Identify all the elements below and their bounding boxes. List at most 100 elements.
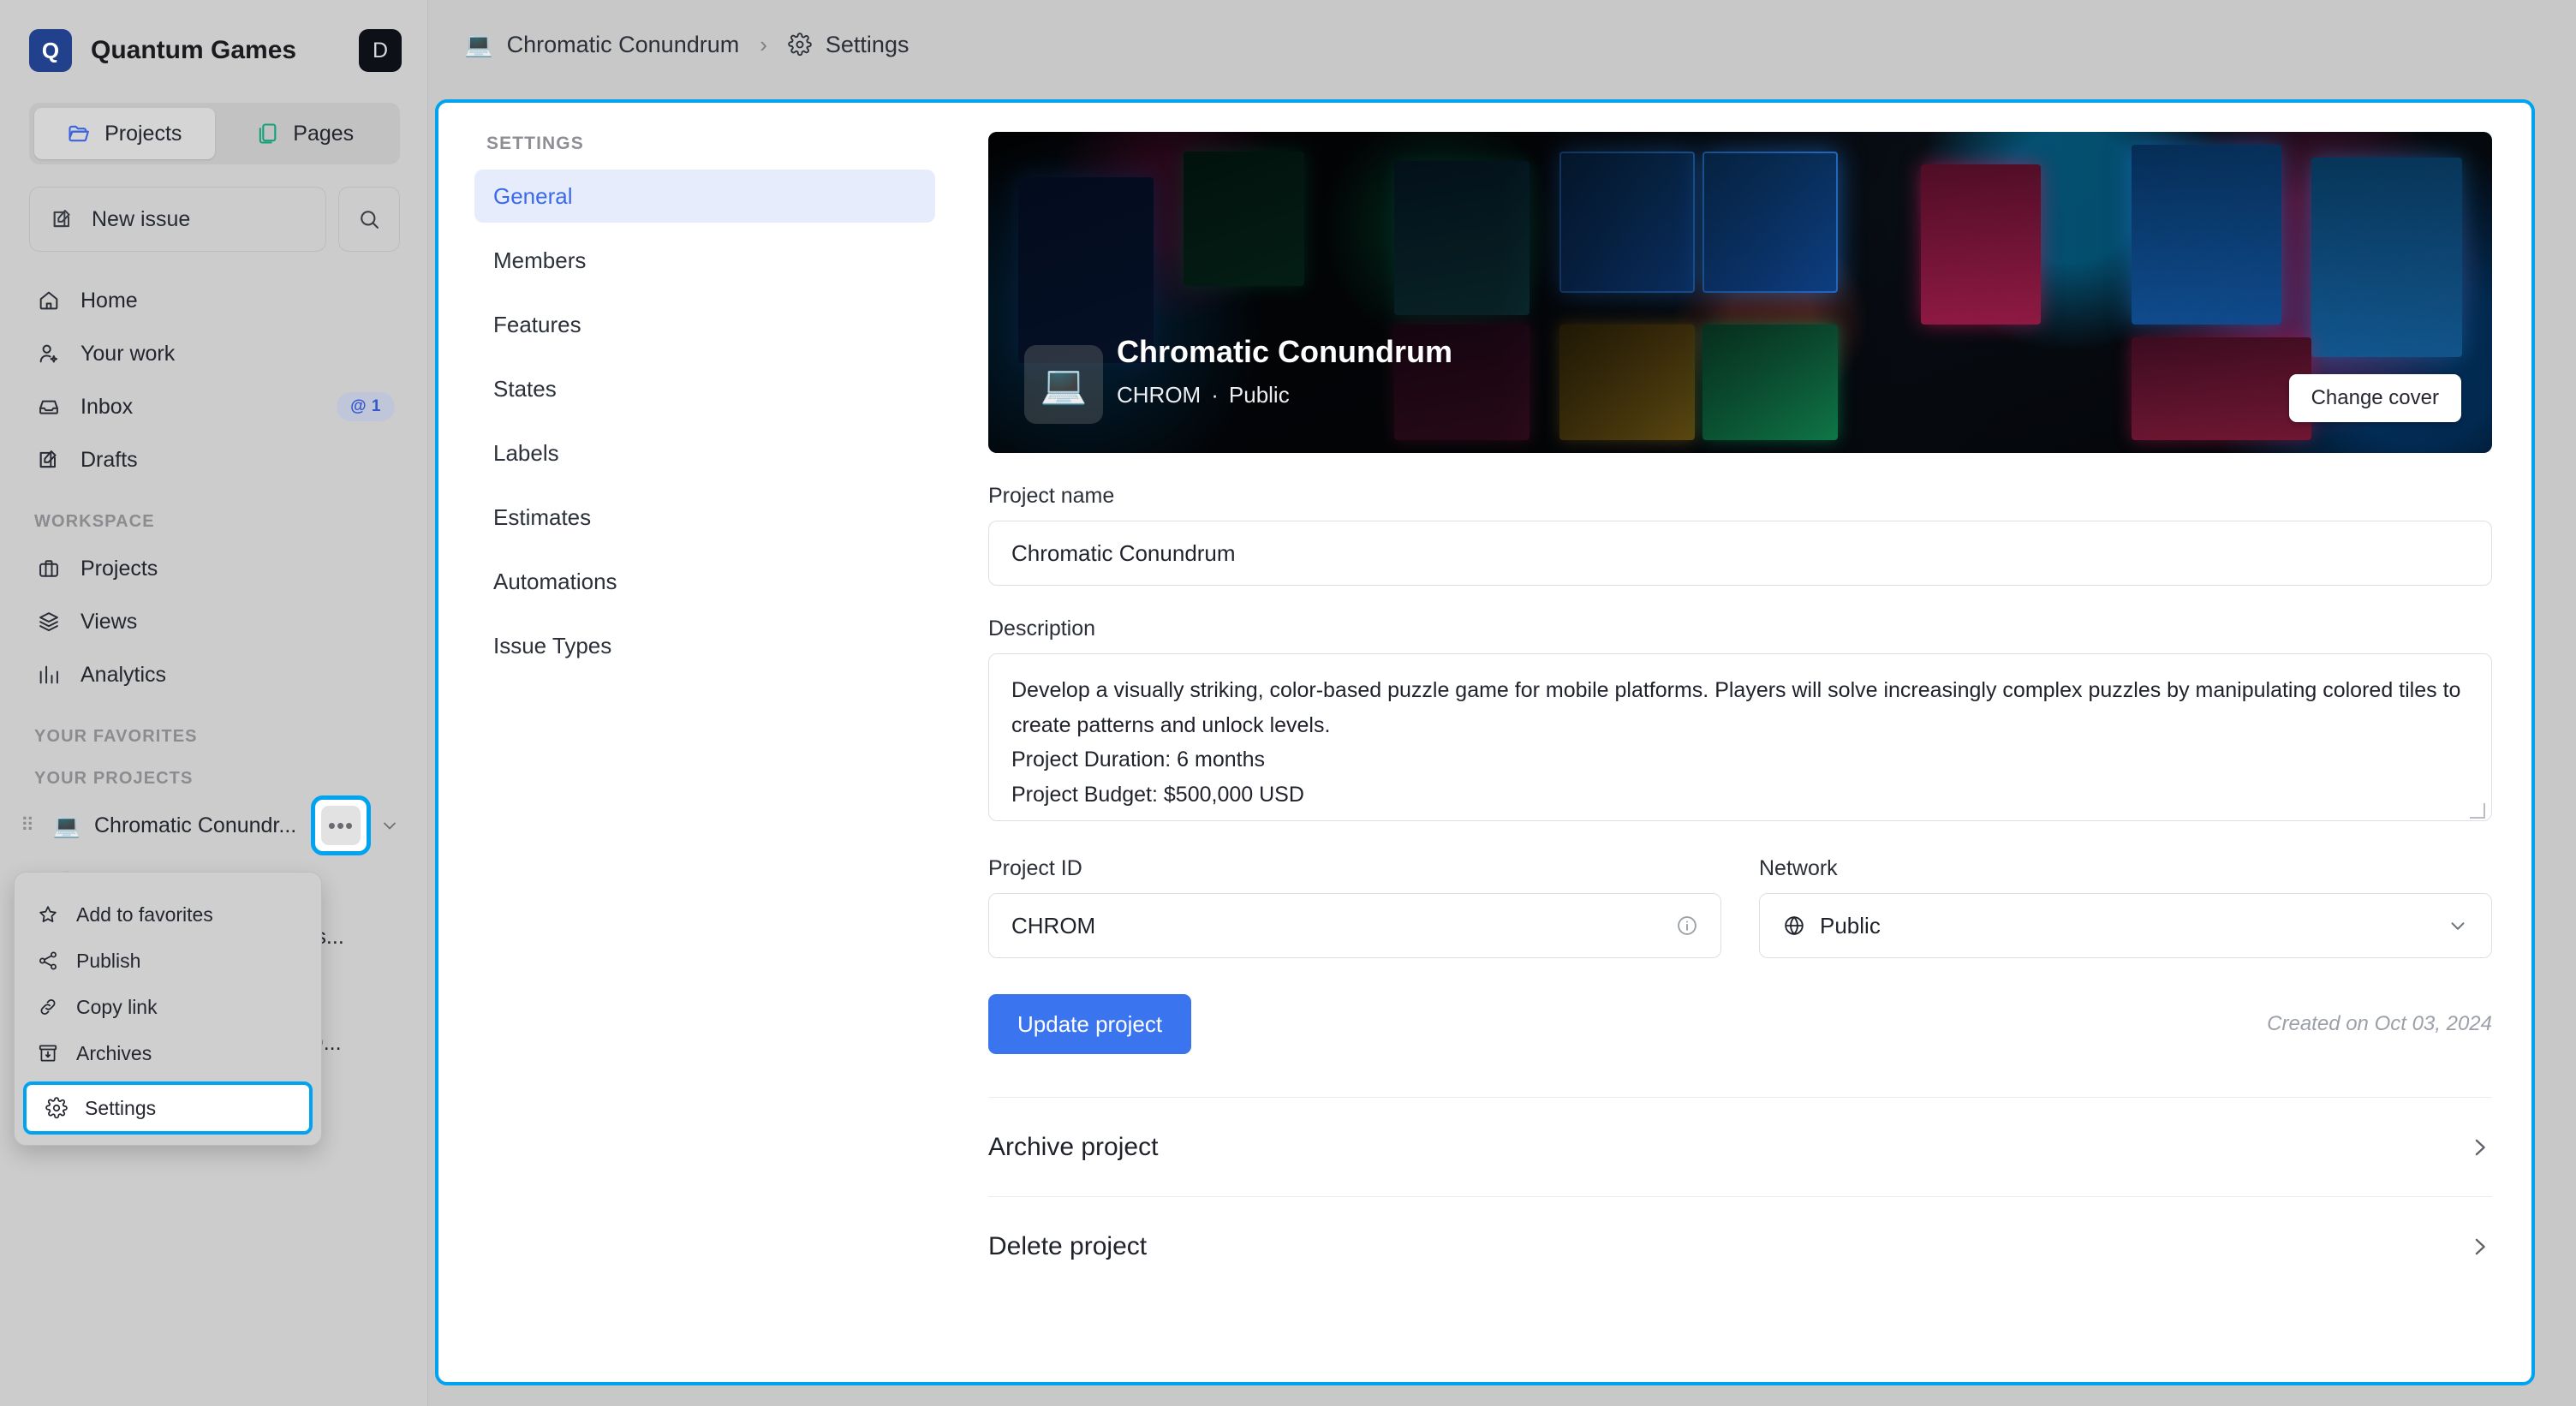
archive-icon — [37, 1042, 59, 1064]
settings-nav-label: Automations — [493, 568, 617, 594]
search-icon — [357, 207, 381, 231]
id-network-row: Project ID Network — [988, 856, 2492, 958]
settings-nav-item-issue-types[interactable]: Issue Types — [474, 619, 935, 672]
settings-nav-label: Issue Types — [493, 632, 612, 658]
settings-nav-label: Estimates — [493, 503, 592, 530]
sidebar-item-label: Inbox — [80, 394, 134, 419]
project-context-menu: Add to favorites Publish Copy link Archi… — [14, 872, 322, 1146]
danger-zone: Archive project Delete project — [988, 1097, 2492, 1296]
inbox-badge: @ 1 — [337, 392, 395, 421]
sidebar-item-analytics[interactable]: Analytics — [21, 648, 408, 701]
workspace-header: Q Quantum Games D — [0, 0, 427, 89]
sidebar-item-label: Home — [80, 288, 138, 313]
settings-nav-item-labels[interactable]: Labels — [474, 426, 935, 480]
layers-icon — [34, 610, 63, 634]
settings-nav-item-members[interactable]: Members — [474, 234, 935, 287]
avatar[interactable]: D — [359, 29, 402, 72]
context-menu-item-archives[interactable]: Archives — [15, 1030, 321, 1076]
quick-actions-row: New issue — [29, 187, 400, 252]
breadcrumb-separator: › — [760, 31, 767, 57]
context-menu-item-label: Archives — [76, 1041, 152, 1064]
project-options-button[interactable]: ••• — [321, 806, 361, 845]
cover-meta-separator: · — [1211, 382, 1219, 408]
sidebar-segmented-control: Projects Pages — [29, 103, 400, 164]
user-icon — [34, 342, 63, 366]
settings-nav-item-states[interactable]: States — [474, 362, 935, 415]
project-label: Chromatic Conundr... — [94, 813, 297, 837]
context-menu-item-label: Publish — [76, 949, 141, 972]
primary-nav: Home Your work Inbox @ 1 Drafts — [0, 274, 427, 486]
settings-nav-label: Labels — [493, 439, 559, 466]
search-button[interactable] — [338, 187, 400, 252]
project-id-field: Project ID — [988, 856, 1721, 958]
settings-nav-heading: SETTINGS — [486, 134, 584, 153]
sidebar-item-views[interactable]: Views — [21, 595, 408, 648]
chevron-down-icon[interactable] — [379, 815, 400, 836]
sidebar: Q Quantum Games D Projects Pages New iss… — [0, 0, 428, 1406]
link-icon — [37, 996, 59, 1018]
workspace-name[interactable]: Quantum Games — [91, 36, 340, 65]
context-menu-item-copy-link[interactable]: Copy link — [15, 984, 321, 1030]
sidebar-item-drafts[interactable]: Drafts — [21, 433, 408, 486]
breadcrumb-project[interactable]: 💻 Chromatic Conundrum — [464, 31, 739, 58]
context-menu-item-label: Settings — [85, 1096, 157, 1119]
cover-project-title: Chromatic Conundrum — [1117, 334, 1452, 369]
section-label-workspace: WORKSPACE — [34, 512, 155, 531]
context-menu-item-publish[interactable]: Publish — [15, 938, 321, 984]
project-name-label: Project name — [988, 484, 1115, 508]
project-item-chromatic-conundrum[interactable]: ⠿ 💻 Chromatic Conundr... ••• — [12, 795, 408, 855]
project-cover-logo: 💻 — [1024, 345, 1103, 424]
sidebar-item-label: Drafts — [80, 447, 138, 472]
section-label-favorites: YOUR FAVORITES — [34, 727, 198, 746]
breadcrumb-settings[interactable]: Settings — [788, 32, 909, 58]
context-menu-item-add-to-favorites[interactable]: Add to favorites — [15, 891, 321, 938]
archive-project-row[interactable]: Archive project — [988, 1098, 2492, 1197]
project-emoji: 💻 — [52, 812, 81, 838]
settings-nav-item-general[interactable]: General — [474, 170, 935, 223]
tab-projects-label: Projects — [104, 121, 182, 146]
home-icon — [34, 289, 63, 313]
drag-handle-icon[interactable]: ⠿ — [21, 816, 39, 835]
tab-pages[interactable]: Pages — [215, 108, 396, 159]
workspace-logo[interactable]: Q — [29, 29, 72, 72]
update-project-button[interactable]: Update project — [988, 994, 1192, 1054]
settings-nav-label: Features — [493, 311, 581, 337]
sidebar-item-label: Projects — [80, 556, 158, 581]
sidebar-item-label: Views — [80, 609, 138, 634]
sidebar-item-your-work[interactable]: Your work — [21, 327, 408, 380]
project-emoji: 💻 — [464, 32, 493, 57]
context-menu-item-settings[interactable]: Settings — [23, 1081, 313, 1135]
sidebar-item-home[interactable]: Home — [21, 274, 408, 327]
project-name-input[interactable] — [988, 521, 2492, 586]
tab-projects[interactable]: Projects — [34, 108, 215, 159]
settings-content: 💻 Chromatic Conundrum CHROM · Public Cha… — [969, 103, 2531, 1382]
sidebar-item-projects[interactable]: Projects — [21, 542, 408, 595]
section-label-projects: YOUR PROJECTS — [34, 769, 194, 788]
chart-icon — [34, 663, 63, 687]
project-name-field: Project name — [988, 484, 2492, 586]
description-field: Description — [988, 617, 2492, 825]
cover-project-network: Public — [1228, 382, 1290, 408]
project-id-input[interactable] — [988, 893, 1721, 958]
new-issue-button[interactable]: New issue — [29, 187, 326, 252]
draft-icon — [34, 448, 63, 472]
folder-icon — [67, 122, 91, 146]
chevron-down-icon — [2447, 914, 2469, 937]
delete-project-row[interactable]: Delete project — [988, 1197, 2492, 1296]
created-on-text: Created on Oct 03, 2024 — [2267, 1012, 2492, 1035]
network-field: Network Public — [1759, 856, 2492, 958]
settings-nav-item-automations[interactable]: Automations — [474, 555, 935, 608]
resize-handle[interactable] — [2470, 803, 2485, 819]
sidebar-item-inbox[interactable]: Inbox @ 1 — [21, 380, 408, 433]
change-cover-button[interactable]: Change cover — [2288, 374, 2461, 422]
settings-nav-item-features[interactable]: Features — [474, 298, 935, 351]
star-icon — [37, 903, 59, 926]
breadcrumb: 💻 Chromatic Conundrum › Settings — [428, 0, 2576, 89]
network-select[interactable]: Public — [1759, 893, 2492, 958]
inbox-icon — [34, 395, 63, 419]
info-icon[interactable] — [1675, 914, 1699, 938]
description-textarea[interactable] — [988, 653, 2492, 821]
settings-nav-item-estimates[interactable]: Estimates — [474, 491, 935, 544]
share-icon — [37, 950, 59, 972]
globe-icon — [1782, 914, 1806, 938]
